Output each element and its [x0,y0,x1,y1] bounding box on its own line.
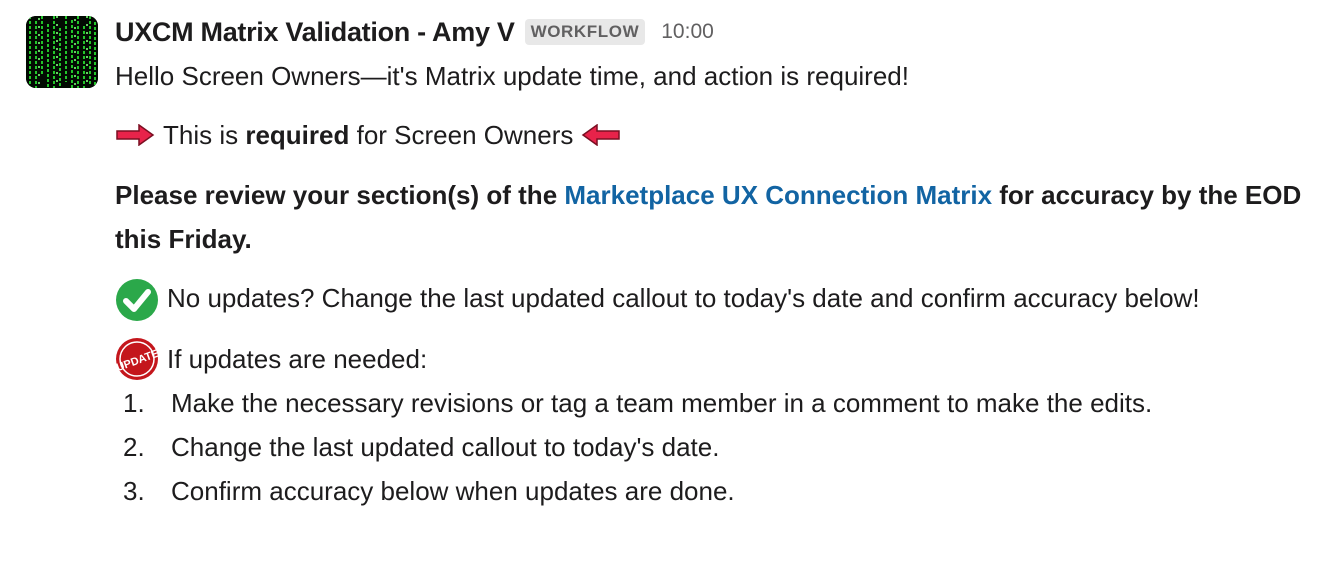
required-line: This is required for Screen Owners [115,113,1305,157]
update-stamp-icon: UPDATE [115,337,159,381]
step-number: 2. [123,432,145,463]
list-item: 1. Make the necessary revisions or tag a… [115,381,1305,425]
avatar[interactable] [26,16,98,88]
message-header: UXCM Matrix Validation - Amy V WORKFLOW … [115,10,1305,54]
workflow-badge: WORKFLOW [524,19,646,45]
green-check-icon [115,278,159,322]
step-number: 1. [123,388,145,419]
steps-list: 1. Make the necessary revisions or tag a… [115,381,1305,513]
no-updates-text: No updates? Change the last updated call… [167,283,1200,313]
red-arrow-left-icon [581,124,621,146]
required-bold: required [245,120,350,150]
message: UXCM Matrix Validation - Amy V WORKFLOW … [0,0,1322,568]
list-item: 2. Change the last updated callout to to… [115,425,1305,469]
red-arrow-right-icon [115,124,155,146]
if-updates-line: UPDATE If updates are needed: [115,337,1305,381]
review-prefix: Please review your section(s) of the [115,180,565,210]
step-text: Make the necessary revisions or tag a te… [171,388,1153,419]
matrix-link[interactable]: Marketplace UX Connection Matrix [564,180,992,210]
message-content: UXCM Matrix Validation - Amy V WORKFLOW … [115,10,1305,513]
step-number: 3. [123,476,145,507]
required-suffix: for Screen Owners [349,120,574,150]
greeting-text: Hello Screen Owners—it's Matrix update t… [115,61,909,91]
required-prefix: This is [163,120,246,150]
sender-name[interactable]: UXCM Matrix Validation - Amy V [115,17,515,48]
step-text: Change the last updated callout to today… [171,432,720,463]
step-text: Confirm accuracy below when updates are … [171,476,735,507]
no-updates-paragraph: No updates? Change the last updated call… [115,276,1305,322]
matrix-avatar-icon [26,16,98,88]
list-item: 3. Confirm accuracy below when updates a… [115,469,1305,513]
review-paragraph: Please review your section(s) of the Mar… [115,173,1305,261]
if-updates-text: If updates are needed: [167,344,428,375]
timestamp[interactable]: 10:00 [661,20,714,44]
